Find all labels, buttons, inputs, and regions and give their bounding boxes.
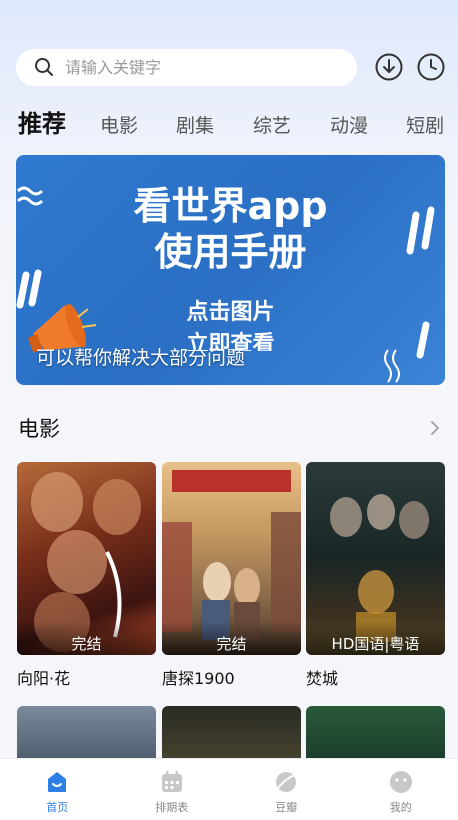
- nav-douban[interactable]: 豆瓣: [246, 769, 326, 815]
- nav-label: 排期表: [155, 801, 189, 814]
- tab-short-drama[interactable]: 短剧: [406, 111, 444, 138]
- search-box[interactable]: [16, 48, 357, 86]
- calendar-icon: [161, 771, 182, 792]
- movie-badge: 完结: [162, 621, 301, 655]
- movie-badge: 完结: [17, 621, 156, 655]
- history-icon[interactable]: [416, 52, 446, 82]
- banner-title: 看世界app 使用手册: [133, 184, 328, 274]
- home-icon: [48, 772, 67, 792]
- movie-title[interactable]: 焚城: [306, 665, 445, 689]
- section-title: 电影: [18, 417, 60, 441]
- movie-card[interactable]: 完结 向阳·花: [17, 462, 156, 689]
- movie-poster[interactable]: [306, 706, 445, 766]
- movie-poster[interactable]: HD国语|粤语: [306, 462, 445, 655]
- nav-label: 豆瓣: [275, 801, 298, 814]
- nav-profile[interactable]: 我的: [361, 769, 441, 815]
- search-input[interactable]: [65, 57, 325, 77]
- movie-poster[interactable]: [17, 706, 156, 766]
- movie-title[interactable]: 唐探1900: [162, 665, 301, 689]
- movie-poster[interactable]: [162, 706, 301, 766]
- movie-card[interactable]: HD国语|粤语 焚城: [306, 462, 445, 689]
- nav-schedule[interactable]: 排期表: [132, 769, 212, 815]
- planet-icon: [276, 772, 297, 792]
- banner-caption: 可以帮你解决大部分问题: [36, 347, 246, 369]
- search-row: [16, 48, 446, 86]
- movie-badge: HD国语|粤语: [306, 621, 445, 655]
- nav-label: 首页: [46, 801, 69, 814]
- tab-anime[interactable]: 动漫: [330, 111, 368, 138]
- bottom-nav: 首页 排期表 豆瓣 我的: [0, 758, 458, 820]
- movie-card[interactable]: 完结 唐探1900: [162, 462, 301, 689]
- tab-movie[interactable]: 电影: [100, 111, 138, 138]
- download-icon[interactable]: [374, 52, 404, 82]
- movie-poster[interactable]: 完结: [162, 462, 301, 655]
- banner[interactable]: 看世界app 使用手册 点击图片 立即查看 可以帮你解决大部分问题: [16, 155, 445, 385]
- movie-section-header[interactable]: 电影: [18, 414, 444, 442]
- search-icon: [35, 58, 53, 76]
- tab-recommend[interactable]: 推荐: [18, 104, 66, 139]
- category-tabs: 推荐 电影 剧集 综艺 动漫 短剧: [18, 104, 458, 139]
- movie-title[interactable]: 向阳·花: [17, 665, 156, 689]
- smile-icon: [389, 771, 412, 793]
- tab-variety[interactable]: 综艺: [253, 111, 291, 138]
- tab-series[interactable]: 剧集: [176, 111, 214, 138]
- chevron-right-icon[interactable]: [426, 419, 444, 437]
- nav-home[interactable]: 首页: [17, 769, 97, 815]
- nav-label: 我的: [389, 801, 412, 814]
- movie-poster[interactable]: 完结: [17, 462, 156, 655]
